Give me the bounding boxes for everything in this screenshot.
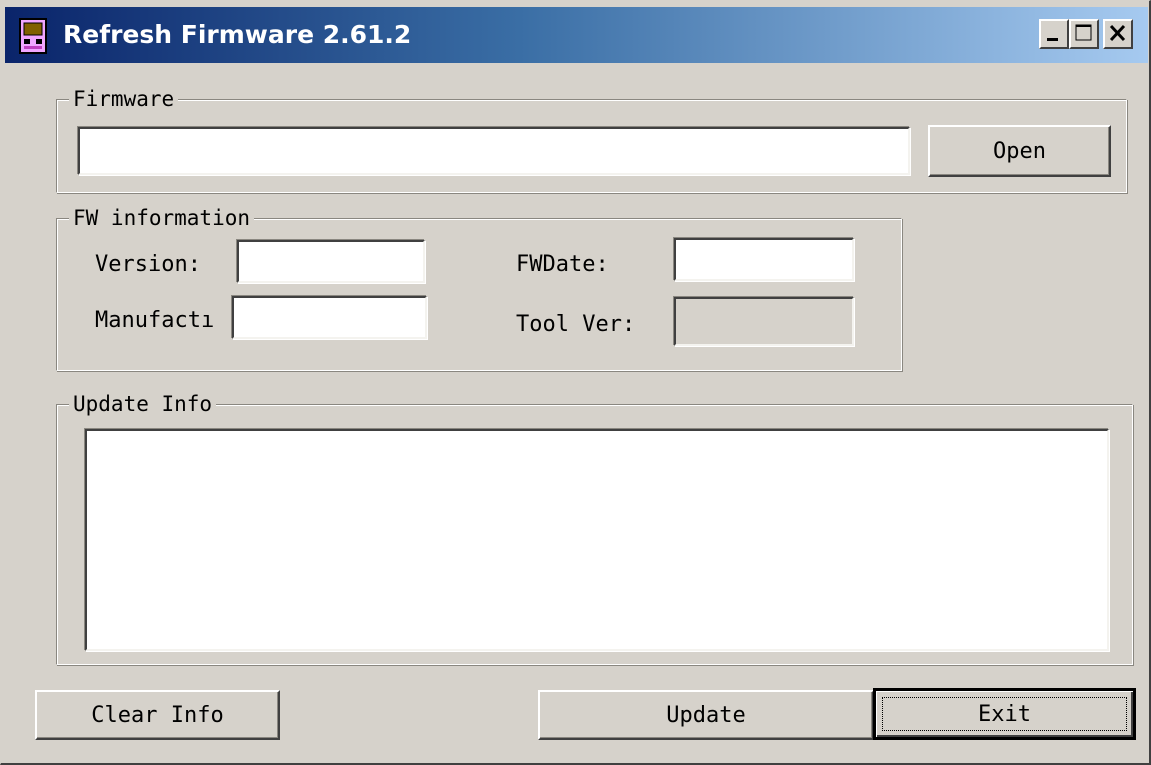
firmware-path-input[interactable]: [78, 127, 910, 175]
maximize-icon: [1075, 24, 1092, 41]
minimize-button[interactable]: [1039, 19, 1069, 49]
manufacturer-field[interactable]: [232, 296, 427, 339]
fwdate-field[interactable]: [674, 238, 854, 281]
update-button[interactable]: Update: [538, 690, 874, 740]
update-button-label: Update: [666, 702, 746, 728]
firmware-group-label: Firmware: [69, 86, 179, 112]
manufacturer-label: Manufactı: [95, 308, 215, 333]
focus-ring: [882, 697, 1127, 731]
fw-information-group-label: FW information: [69, 205, 255, 231]
exit-button[interactable]: Exit: [873, 688, 1136, 740]
tool-ver-label: Tool Ver:: [516, 312, 636, 337]
open-button-label: Open: [993, 138, 1046, 164]
minimize-icon: [1047, 38, 1058, 41]
update-info-log[interactable]: [85, 429, 1109, 651]
title-bar[interactable]: Refresh Firmware 2.61.2: [5, 7, 1148, 63]
clear-info-button-label: Clear Info: [91, 702, 224, 728]
close-button[interactable]: [1103, 19, 1133, 49]
clear-info-button[interactable]: Clear Info: [35, 690, 280, 740]
app-icon: [19, 18, 47, 54]
firmware-window: Refresh Firmware 2.61.2 Firmware Open FW: [0, 0, 1151, 765]
update-info-group-label: Update Info: [69, 391, 217, 417]
version-label: Version:: [95, 252, 201, 277]
tool-ver-field: [674, 297, 854, 346]
window-title: Refresh Firmware 2.61.2: [63, 20, 412, 49]
maximize-button[interactable]: [1069, 19, 1099, 49]
version-field[interactable]: [237, 240, 425, 283]
close-icon: [1109, 24, 1126, 42]
fwdate-label: FWDate:: [516, 252, 609, 277]
open-button[interactable]: Open: [928, 125, 1111, 177]
